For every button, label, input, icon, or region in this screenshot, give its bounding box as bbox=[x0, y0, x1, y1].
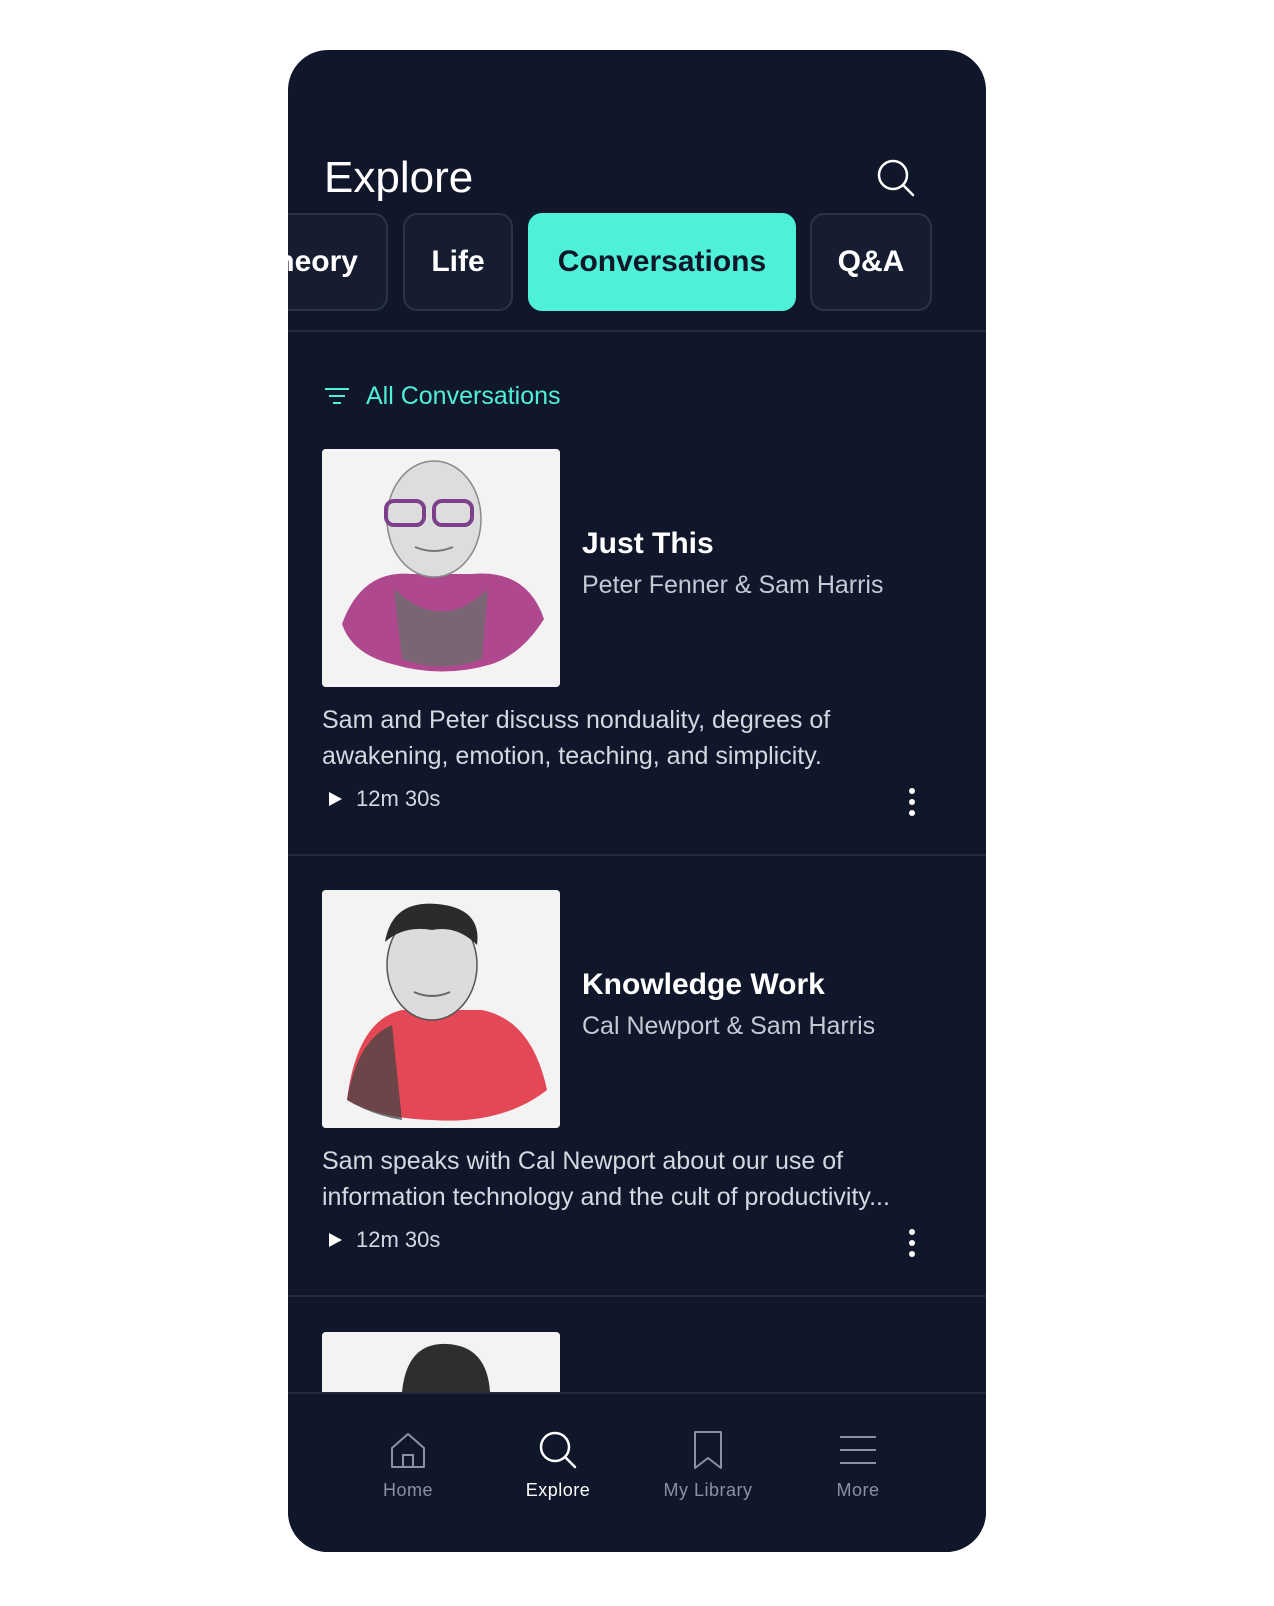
filter-button[interactable]: All Conversations bbox=[324, 376, 561, 416]
divider bbox=[288, 854, 986, 856]
search-icon bbox=[539, 1431, 577, 1469]
nav-explore[interactable]: Explore bbox=[488, 1430, 628, 1520]
portrait-illustration-icon bbox=[322, 890, 560, 1128]
play-icon bbox=[329, 792, 342, 806]
play-button[interactable]: 12m 30s bbox=[326, 786, 440, 812]
card-description: Sam speaks with Cal Newport about our us… bbox=[322, 1147, 890, 1211]
divider bbox=[288, 330, 986, 332]
divider bbox=[288, 1295, 986, 1297]
bottom-navigation: Home Explore My Library More bbox=[288, 1392, 986, 1552]
nav-home[interactable]: Home bbox=[338, 1430, 478, 1520]
more-options-button[interactable] bbox=[896, 1223, 928, 1263]
tab-qa[interactable]: Q&A bbox=[810, 213, 932, 311]
more-options-button[interactable] bbox=[896, 782, 928, 822]
page-title: Explore bbox=[324, 153, 474, 202]
portrait-illustration-icon bbox=[322, 1332, 560, 1392]
more-vertical-icon bbox=[909, 1229, 915, 1257]
card-title: Knowledge Work bbox=[582, 968, 825, 1001]
thumbnail bbox=[322, 890, 560, 1128]
nav-label: Home bbox=[382, 1480, 433, 1500]
card-description: Sam and Peter discuss nonduality, degree… bbox=[322, 706, 831, 770]
tab-life[interactable]: Life bbox=[403, 213, 513, 311]
search-button[interactable] bbox=[872, 154, 920, 202]
card-title: Just This bbox=[582, 527, 714, 560]
nav-my-library[interactable]: My Library bbox=[638, 1430, 778, 1520]
category-tabs: heory Life Conversations Q&A bbox=[288, 213, 986, 311]
nav-label: Explore bbox=[525, 1480, 591, 1500]
more-vertical-icon bbox=[909, 788, 915, 816]
card-subtitle: Cal Newport & Sam Harris bbox=[582, 1012, 876, 1040]
card-subtitle: Peter Fenner & Sam Harris bbox=[582, 571, 884, 599]
bookmark-icon bbox=[694, 1431, 722, 1469]
duration-label: 12m 30s bbox=[356, 1227, 441, 1252]
play-button[interactable]: 12m 30s bbox=[326, 1227, 440, 1253]
search-icon bbox=[877, 159, 915, 197]
play-icon bbox=[329, 1233, 342, 1247]
app-screen: Explore heory Life Conversations Q&A All… bbox=[288, 50, 986, 1552]
nav-label: More bbox=[836, 1480, 880, 1500]
portrait-illustration-icon bbox=[322, 449, 560, 687]
home-icon bbox=[391, 1433, 425, 1468]
filter-icon bbox=[325, 388, 349, 404]
duration-label: 12m 30s bbox=[356, 786, 441, 811]
thumbnail[interactable] bbox=[322, 1332, 560, 1392]
filter-label: All Conversations bbox=[366, 381, 561, 410]
menu-icon bbox=[840, 1436, 876, 1464]
tab-conversations[interactable]: Conversations bbox=[528, 213, 796, 311]
nav-label: My Library bbox=[663, 1480, 753, 1500]
nav-more[interactable]: More bbox=[788, 1430, 928, 1520]
thumbnail bbox=[322, 449, 560, 687]
tab-theory[interactable]: heory bbox=[288, 213, 388, 311]
